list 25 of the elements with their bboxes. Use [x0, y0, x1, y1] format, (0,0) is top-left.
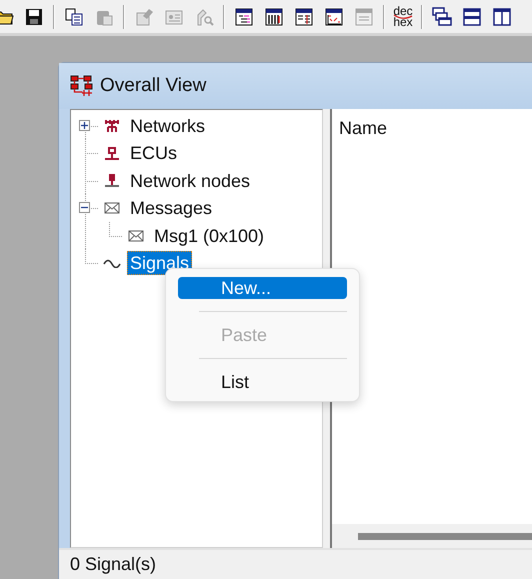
network-icon	[104, 118, 120, 133]
tree-item[interactable]: Msg1 (0x100)	[151, 224, 268, 248]
tree-item[interactable]: ECUs	[127, 141, 180, 166]
tree-item[interactable]: Network nodes	[127, 168, 254, 193]
horizontal-scrollbar[interactable]	[332, 524, 532, 548]
tree-item[interactable]: Signals	[127, 251, 192, 276]
envelope-icon	[128, 230, 144, 242]
scrollbar-thumb[interactable]	[358, 532, 532, 540]
envelope-icon	[104, 202, 120, 214]
status-text: 0 Signal(s)	[70, 554, 156, 575]
menu-item[interactable]: New...	[178, 277, 347, 299]
tree-item[interactable]: Networks	[127, 114, 208, 138]
tree-line	[84, 166, 100, 195]
window-title: Overall View	[100, 75, 206, 97]
computer-icon	[104, 146, 120, 161]
tree-line	[108, 222, 124, 237]
expand-icon[interactable]	[79, 120, 90, 131]
dec-hex-button[interactable]: dec hex	[391, 4, 415, 30]
tree-item[interactable]: Messages	[127, 196, 216, 220]
network-tree-icon	[70, 75, 94, 97]
wave-icon	[103, 258, 121, 268]
menu-item[interactable]: List	[178, 371, 347, 393]
column-header[interactable]: Name	[332, 109, 532, 148]
collapse-icon[interactable]	[79, 202, 90, 214]
node-icon	[104, 173, 120, 188]
